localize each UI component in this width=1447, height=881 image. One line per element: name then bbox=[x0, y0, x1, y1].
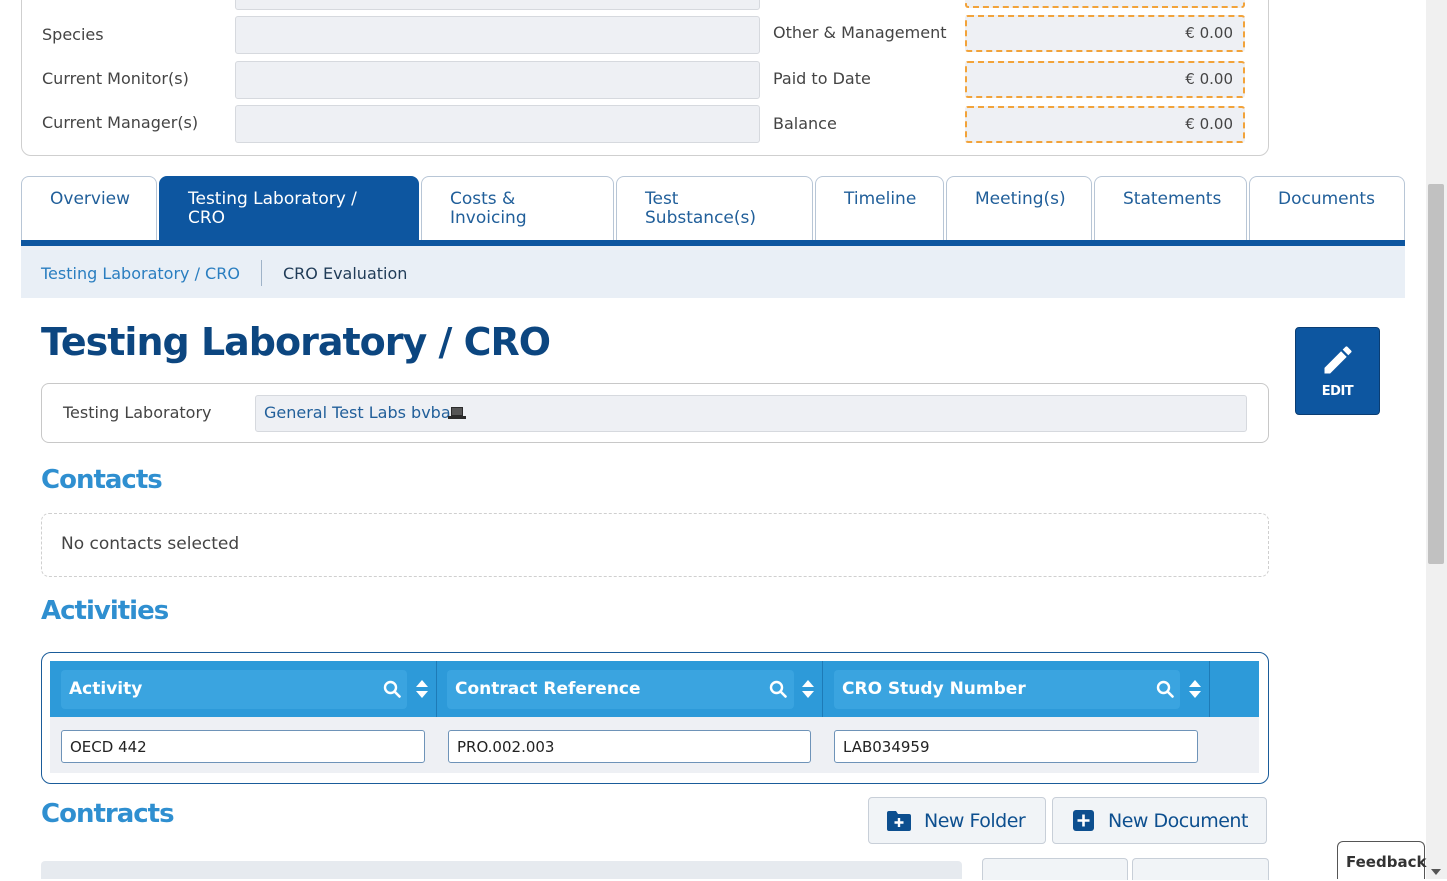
tab-timeline[interactable]: Timeline bbox=[815, 176, 944, 240]
tab-test-substances[interactable]: Test Substance(s) bbox=[616, 176, 813, 240]
contracts-title: Contracts bbox=[41, 799, 175, 829]
search-icon[interactable] bbox=[383, 680, 401, 702]
new-folder-label: New Folder bbox=[924, 810, 1026, 832]
new-document-label: New Document bbox=[1108, 810, 1248, 832]
testing-laboratory-label: Testing Laboratory bbox=[63, 403, 212, 422]
tab-statements[interactable]: Statements bbox=[1094, 176, 1247, 240]
search-icon[interactable] bbox=[769, 680, 787, 702]
money-field-top bbox=[965, 0, 1245, 8]
current-monitors-label: Current Monitor(s) bbox=[42, 69, 189, 88]
tab-documents[interactable]: Documents bbox=[1249, 176, 1405, 240]
summary-field-top bbox=[235, 0, 760, 10]
file-breadcrumb-bar bbox=[41, 861, 962, 879]
column-header-activity[interactable]: Activity bbox=[61, 670, 407, 709]
testing-laboratory-link[interactable]: General Test Labs bvba bbox=[264, 403, 451, 422]
folder-plus-icon bbox=[887, 811, 911, 831]
current-managers-label: Current Manager(s) bbox=[42, 113, 199, 132]
sort-icon[interactable] bbox=[415, 680, 429, 702]
cro-study-number-input[interactable]: LAB034959 bbox=[834, 730, 1198, 763]
contract-reference-input[interactable]: PRO.002.003 bbox=[448, 730, 811, 763]
plus-square-icon bbox=[1073, 810, 1094, 831]
sort-icon[interactable] bbox=[801, 680, 815, 702]
current-monitors-field bbox=[235, 61, 760, 99]
activities-title: Activities bbox=[41, 596, 169, 626]
tab-costs-invoicing[interactable]: Costs & Invoicing bbox=[421, 176, 614, 240]
scrollbar-thumb[interactable] bbox=[1428, 184, 1444, 564]
laptop-icon[interactable] bbox=[448, 405, 466, 424]
toolbar-button-partial[interactable] bbox=[1132, 858, 1269, 880]
contacts-title: Contacts bbox=[41, 465, 163, 495]
search-icon[interactable] bbox=[1156, 680, 1174, 702]
pencil-icon bbox=[1324, 346, 1351, 374]
species-label: Species bbox=[42, 25, 104, 44]
tab-testing-laboratory[interactable]: Testing Laboratory / CRO bbox=[159, 176, 419, 240]
species-field bbox=[235, 16, 760, 54]
other-management-value: € 0.00 bbox=[965, 15, 1245, 52]
tab-meetings[interactable]: Meeting(s) bbox=[946, 176, 1092, 240]
current-managers-field bbox=[235, 105, 760, 143]
scroll-down-arrow-icon[interactable] bbox=[1431, 862, 1441, 881]
sort-icon[interactable] bbox=[1188, 680, 1202, 702]
edit-label: EDIT bbox=[1321, 384, 1354, 399]
new-folder-button[interactable]: New Folder bbox=[868, 797, 1046, 844]
column-header-contract-reference[interactable]: Contract Reference bbox=[447, 670, 794, 709]
edit-button[interactable]: EDIT bbox=[1295, 327, 1380, 415]
subnav-divider bbox=[261, 260, 262, 286]
toolbar-button-partial[interactable] bbox=[982, 858, 1128, 880]
paid-to-date-label: Paid to Date bbox=[773, 69, 871, 88]
page-title: Testing Laboratory / CRO bbox=[41, 320, 551, 364]
balance-value: € 0.00 bbox=[965, 106, 1245, 143]
subnav-cro-evaluation[interactable]: CRO Evaluation bbox=[283, 264, 407, 283]
paid-to-date-value: € 0.00 bbox=[965, 61, 1245, 98]
new-document-button[interactable]: New Document bbox=[1052, 797, 1267, 844]
tab-overview[interactable]: Overview bbox=[21, 176, 157, 240]
balance-label: Balance bbox=[773, 114, 837, 133]
other-management-label: Other & Management bbox=[773, 23, 947, 42]
column-header-cro-study-number[interactable]: CRO Study Number bbox=[834, 670, 1180, 709]
feedback-button[interactable]: Feedback bbox=[1337, 841, 1426, 879]
activity-input[interactable]: OECD 442 bbox=[61, 730, 425, 763]
subnav-testing-laboratory[interactable]: Testing Laboratory / CRO bbox=[41, 264, 240, 283]
no-contacts-text: No contacts selected bbox=[61, 534, 240, 554]
